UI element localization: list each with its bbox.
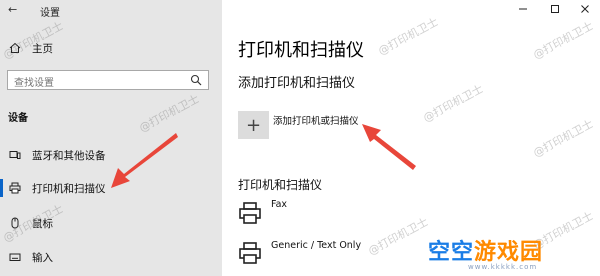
sidebar-item-label: 鼠标 — [32, 217, 53, 230]
close-icon — [581, 5, 589, 13]
logo-url: www.kkkkk.com — [468, 263, 538, 271]
printer-device-icon[interactable] — [238, 241, 262, 265]
bluetooth-devices-icon — [8, 148, 22, 162]
home-icon — [8, 41, 22, 55]
add-section-heading: 添加打印机和扫描仪 — [238, 76, 356, 91]
sidebar-item-bluetooth[interactable]: 蓝牙和其他设备 — [0, 144, 222, 166]
search-input[interactable] — [8, 74, 188, 93]
minimize-button[interactable] — [508, 0, 538, 18]
site-logo: 空空游戏园 www.kkkkk.com — [428, 234, 593, 274]
sidebar-item-home[interactable]: 主页 — [0, 37, 222, 59]
sidebar-item-input[interactable]: 输入 — [0, 246, 222, 268]
keyboard-icon — [8, 250, 22, 264]
printer-icon — [8, 181, 22, 195]
sidebar-item-label: 蓝牙和其他设备 — [32, 149, 106, 162]
page-title: 打印机和扫描仪 — [238, 40, 364, 61]
app-title: 设置 — [40, 8, 60, 19]
printer-device-icon[interactable] — [238, 201, 262, 225]
maximize-icon — [551, 5, 559, 13]
sidebar-item-home-label: 主页 — [32, 42, 53, 55]
maximize-button[interactable] — [540, 0, 570, 18]
printer-item-label[interactable]: Fax — [271, 199, 287, 210]
sidebar-item-printers[interactable]: 打印机和扫描仪 — [0, 177, 222, 199]
printers-section-heading: 打印机和扫描仪 — [238, 178, 323, 192]
logo-text: 空空游戏园 — [428, 240, 544, 265]
add-printer-label[interactable]: 添加打印机或扫描仪 — [273, 113, 359, 127]
mouse-icon — [8, 216, 22, 230]
minimize-icon — [519, 8, 527, 10]
sidebar-item-label: 打印机和扫描仪 — [32, 182, 106, 195]
back-arrow-icon[interactable]: ← — [8, 4, 20, 16]
add-printer-button[interactable]: + — [238, 111, 269, 139]
plus-icon: + — [245, 114, 262, 136]
sidebar-item-mouse[interactable]: 鼠标 — [0, 212, 222, 234]
printer-item-label[interactable]: Generic / Text Only — [271, 240, 361, 251]
close-button[interactable] — [570, 0, 600, 18]
sidebar-item-label: 输入 — [32, 251, 53, 264]
section-label: 设备 — [8, 113, 28, 124]
search-icon[interactable] — [190, 74, 202, 86]
search-box[interactable] — [7, 70, 209, 93]
sidebar: ← 设置 主页 设备 蓝牙和其他设备 打印机和扫描仪 鼠标 — [0, 0, 222, 276]
